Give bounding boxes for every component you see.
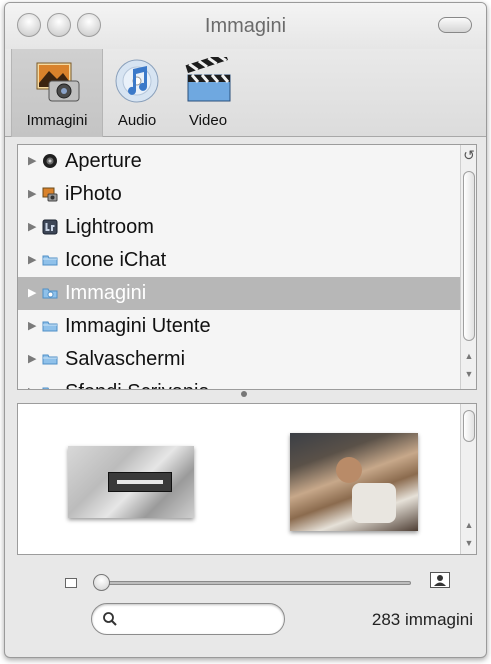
- source-item-icone-ichat[interactable]: ▶ Icone iChat: [18, 244, 462, 277]
- source-item-label: Immagini Utente: [65, 315, 211, 337]
- photo-camera-icon: [33, 57, 81, 110]
- folder-icon: [42, 387, 50, 389]
- iphoto-icon: [42, 187, 58, 202]
- tab-video[interactable]: Video: [173, 49, 243, 137]
- lightroom-icon: [42, 219, 58, 235]
- scroll-up-arrow-icon[interactable]: ▲: [461, 520, 476, 530]
- toolbar-toggle-button[interactable]: [438, 17, 472, 33]
- scroll-down-arrow-icon[interactable]: ▼: [461, 369, 476, 379]
- source-list-scrollbar[interactable]: ↺ ▲ ▼: [460, 145, 476, 389]
- source-item-label: Immagini: [65, 282, 147, 304]
- tab-video-label: Video: [188, 112, 228, 129]
- scroll-up-arrow-icon[interactable]: ▲: [461, 351, 476, 361]
- source-item-label: Salvaschermi: [65, 348, 186, 370]
- thumbnail-person-graphic: [352, 483, 396, 523]
- scrollbar-thumb[interactable]: [463, 171, 475, 341]
- thumbnail-dialog-graphic: [108, 472, 172, 492]
- source-item-label: Aperture: [65, 150, 142, 172]
- tab-immagini-label: Immagini: [26, 112, 88, 129]
- folder-icon: [42, 288, 58, 299]
- source-item-lightroom[interactable]: ▶ Lightroom: [18, 211, 462, 244]
- source-item-aperture[interactable]: ▶ Aperture: [18, 145, 462, 178]
- refresh-icon[interactable]: ↺: [461, 147, 476, 164]
- search-input[interactable]: [124, 608, 274, 630]
- image-preview-pane: ▲ ▼: [17, 403, 477, 555]
- scrollbar-thumb[interactable]: [463, 410, 475, 442]
- source-item-label: Lightroom: [65, 216, 154, 238]
- tab-immagini[interactable]: Immagini: [11, 49, 103, 137]
- clapperboard-icon: [182, 52, 234, 110]
- disclosure-triangle-icon[interactable]: ▶: [28, 277, 36, 310]
- large-thumbnail-icon: [430, 572, 450, 588]
- disclosure-triangle-icon[interactable]: ▶: [28, 310, 36, 343]
- source-item-sfondi-scrivania[interactable]: ▶ Sfondi Scrivania: [18, 376, 462, 389]
- source-item-label: Icone iChat: [65, 249, 167, 271]
- thumbnail-person-graphic: [336, 457, 362, 483]
- preview-scrollbar[interactable]: ▲ ▼: [460, 404, 476, 554]
- split-view-handle[interactable]: [241, 391, 247, 397]
- tab-audio-label: Audio: [117, 112, 157, 129]
- source-item-salvaschermi[interactable]: ▶ Salvaschermi: [18, 343, 462, 376]
- disclosure-triangle-icon[interactable]: ▶: [28, 211, 36, 244]
- source-item-immagini[interactable]: ▶ Immagini: [18, 277, 462, 310]
- source-item-iphoto[interactable]: ▶ iPhoto: [18, 178, 462, 211]
- folder-icon: [42, 255, 58, 266]
- source-item-label: Sfondi Scrivania: [65, 376, 210, 389]
- aperture-lens-icon: [43, 154, 57, 168]
- search-field[interactable]: [91, 603, 285, 635]
- folder-icon: [42, 321, 58, 332]
- folder-icon: [42, 354, 58, 365]
- slider-knob[interactable]: [93, 574, 110, 591]
- bottom-controls: 283 immagini: [5, 563, 486, 657]
- source-item-immagini-utente[interactable]: ▶ Immagini Utente: [18, 310, 462, 343]
- image-thumbnail[interactable]: [290, 433, 418, 531]
- source-list: ▶ Aperture ▶ iPhoto ▶ Lightroom ▶ Icone …: [17, 144, 477, 390]
- small-thumbnail-icon: [65, 578, 77, 588]
- window-title: Immagini: [204, 15, 287, 37]
- image-count: 283 immagini: [371, 610, 473, 629]
- music-note-cd-icon: [113, 57, 161, 110]
- disclosure-triangle-icon[interactable]: ▶: [28, 145, 36, 178]
- tab-audio[interactable]: Audio: [105, 49, 169, 137]
- toolbar: Immagini Audio Video: [5, 49, 486, 137]
- disclosure-triangle-icon[interactable]: ▶: [28, 244, 36, 277]
- title-bar[interactable]: Immagini: [5, 3, 486, 49]
- thumbnail-size-slider[interactable]: [95, 581, 411, 585]
- source-item-label: iPhoto: [65, 183, 122, 205]
- disclosure-triangle-icon[interactable]: ▶: [28, 178, 36, 211]
- media-browser-window: Immagini Immagini Audio Video ▶ Aperture…: [4, 2, 487, 658]
- scroll-down-arrow-icon[interactable]: ▼: [461, 538, 476, 548]
- image-thumbnail[interactable]: [68, 446, 194, 518]
- search-icon: [102, 611, 118, 632]
- disclosure-triangle-icon[interactable]: ▶: [28, 343, 36, 376]
- disclosure-triangle-icon[interactable]: ▶: [28, 376, 36, 389]
